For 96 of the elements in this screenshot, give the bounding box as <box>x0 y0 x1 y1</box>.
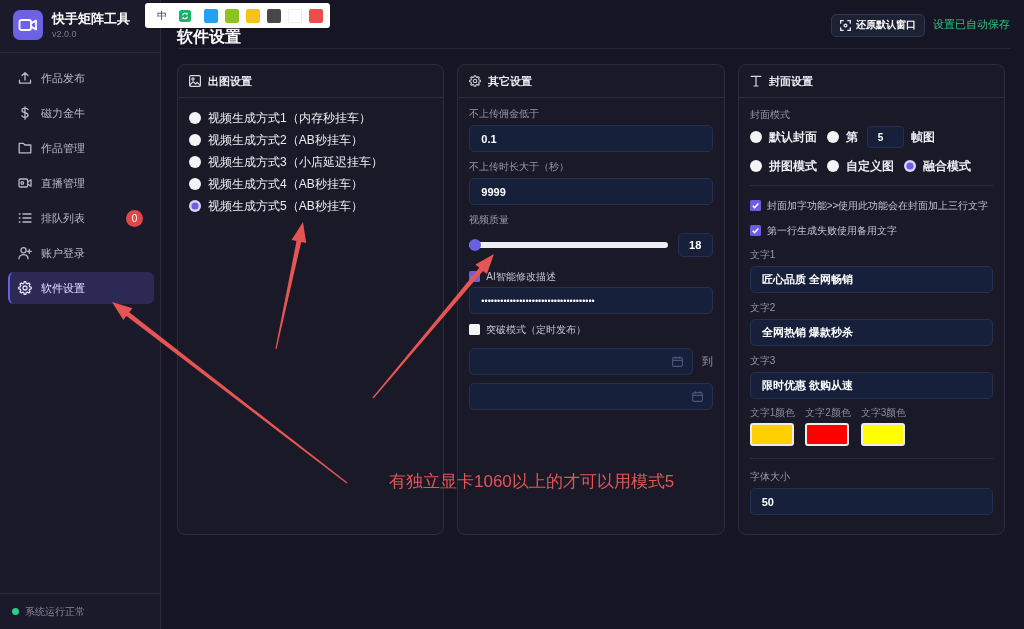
checkbox[interactable] <box>749 199 761 211</box>
color-label: 文字1颜色 <box>749 407 796 419</box>
text-field[interactable]: 限时优惠 欲购从速 <box>749 372 993 399</box>
card-title: 出图设置 <box>208 73 252 89</box>
checkbox-label: AI智能修改描述 <box>486 269 556 283</box>
radio-button[interactable] <box>749 131 762 143</box>
app-version: v2.0.0 <box>52 29 78 39</box>
radio-button[interactable] <box>189 156 201 168</box>
radio-button[interactable] <box>749 160 762 172</box>
field-label: 不上传时长大于（秒） <box>469 160 571 174</box>
focus-frame-icon <box>840 19 851 31</box>
date-field[interactable] <box>469 383 713 410</box>
color-swatch[interactable] <box>204 8 218 23</box>
checkbox[interactable] <box>749 224 761 236</box>
radio-label: 视频生成方式3（小店延迟挂车） <box>208 153 383 171</box>
checkbox-label: 突破模式（定时发布） <box>486 322 587 336</box>
annotation-text: 有独立显卡1060以上的才可以用模式5 <box>389 471 675 493</box>
checkbox[interactable] <box>469 323 481 335</box>
nav-item[interactable]: 作品发布 <box>8 62 154 94</box>
field-label: 视频质量 <box>469 213 511 227</box>
nav-item[interactable]: 排队列表 <box>8 202 122 234</box>
field-label: 不上传佣金低于 <box>469 107 541 121</box>
radio-label: 默认封面 <box>768 128 817 146</box>
field-label: 封面模式 <box>749 108 791 122</box>
card-title: 封面设置 <box>768 73 813 89</box>
text-field[interactable]: 全网热销 爆款秒杀 <box>749 319 993 346</box>
status-dot-icon <box>12 608 19 615</box>
color-swatch[interactable] <box>267 8 281 23</box>
radio-button[interactable] <box>189 134 201 146</box>
status-text: 系统运行正常 <box>25 604 85 619</box>
card-title: 其它设置 <box>488 73 533 89</box>
checkbox-label: 第一行生成失败使用备用文字 <box>766 223 897 237</box>
slider-value-field[interactable]: 18 <box>677 233 713 257</box>
color-swatch[interactable] <box>225 8 239 23</box>
range-separator: 到 <box>701 354 713 369</box>
radio-label-suffix: 帧图 <box>910 128 935 146</box>
radio-label: 自定义图 <box>845 157 894 175</box>
field-label: 文字2 <box>749 301 777 315</box>
radio-label: 视频生成方式5（AB秒挂车） <box>208 197 363 215</box>
radio-label: 视频生成方式2（AB秒挂车） <box>208 131 363 149</box>
text-icon <box>749 75 762 87</box>
radio-button[interactable] <box>903 160 916 172</box>
number-field[interactable]: 9999 <box>469 178 713 205</box>
count-badge: 0 <box>126 209 143 227</box>
checkbox-label: 封面加字功能>>使用此功能会在封面加上三行文字 <box>766 198 989 212</box>
field-label: 字体大小 <box>749 470 791 484</box>
radio-button[interactable] <box>826 131 839 143</box>
color-label: 文字2颜色 <box>805 407 851 419</box>
radio-label: 视频生成方式1（内存秒挂车） <box>208 109 371 127</box>
frame-number-field[interactable]: 5 <box>866 126 904 148</box>
field-label: 文字1 <box>749 248 777 262</box>
radio-label: 第 <box>845 128 858 146</box>
nav-item[interactable]: 直播管理 <box>8 167 154 199</box>
text-field[interactable]: 匠心品质 全网畅销 <box>749 266 993 293</box>
image-icon <box>189 75 201 87</box>
color-swatch[interactable] <box>246 8 260 23</box>
radio-label: 融合模式 <box>922 157 971 175</box>
nav-item[interactable]: 作品管理 <box>8 132 154 164</box>
nav-item[interactable]: 磁力金牛 <box>8 97 154 129</box>
color-swatch[interactable] <box>309 8 323 23</box>
radio-button[interactable] <box>189 200 201 212</box>
nav-item[interactable]: 账户登录 <box>8 237 154 269</box>
radio-button[interactable] <box>189 178 201 190</box>
camera-logo-icon <box>13 10 43 40</box>
slider-thumb[interactable] <box>469 239 482 251</box>
cycle-arrows-icon[interactable] <box>179 9 191 22</box>
save-status: 设置已自动保存 <box>933 18 1010 32</box>
restore-window-button[interactable]: 还原默认窗口 <box>831 13 925 37</box>
radio-label: 拼图模式 <box>768 157 817 175</box>
number-field[interactable]: 0.1 <box>469 125 713 152</box>
nav-item[interactable]: 软件设置 <box>8 272 154 304</box>
radio-button[interactable] <box>189 112 201 124</box>
app-title: 快手矩阵工具 <box>52 11 130 26</box>
date-field[interactable] <box>469 348 693 375</box>
color-swatch[interactable] <box>805 423 850 446</box>
dollar-icon <box>18 106 32 120</box>
folder-icon <box>18 141 32 155</box>
list-icon <box>18 211 32 225</box>
video-camera-icon <box>18 176 32 190</box>
color-label: 文字3颜色 <box>860 407 907 419</box>
user-plus-icon <box>18 246 32 260</box>
radio-button[interactable] <box>826 160 839 172</box>
text-size-button[interactable]: 中 <box>157 8 167 23</box>
number-field[interactable]: 50 <box>749 488 993 515</box>
slider-track[interactable] <box>469 242 668 248</box>
radio-label: 视频生成方式4（AB秒挂车） <box>208 175 363 193</box>
password-field[interactable]: •••••••••••••••••••••••••••••••••••• <box>469 287 713 314</box>
calendar-icon <box>671 356 683 367</box>
calendar-icon <box>691 391 703 402</box>
field-label: 文字3 <box>749 354 777 368</box>
gear-icon <box>469 75 482 87</box>
upload-icon <box>18 71 32 85</box>
gear-icon <box>18 281 32 295</box>
color-swatch[interactable] <box>860 423 905 446</box>
color-swatch[interactable] <box>749 423 794 446</box>
page-title: 软件设置 <box>177 28 241 46</box>
